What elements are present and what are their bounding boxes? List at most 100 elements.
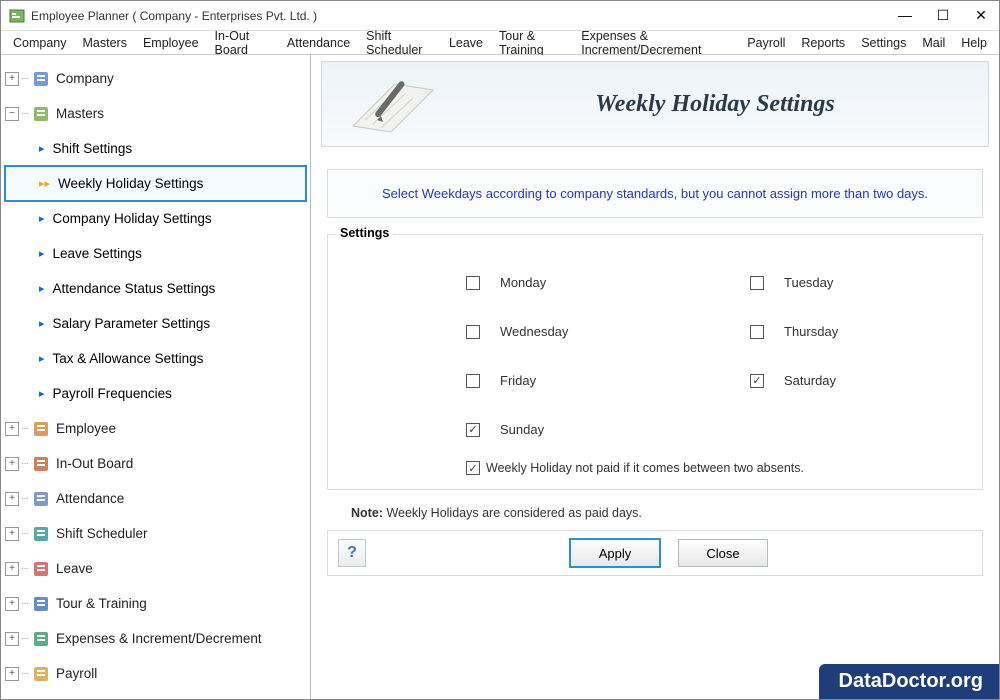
- tree-toggle-icon[interactable]: +: [5, 422, 19, 436]
- door-icon: [32, 455, 50, 473]
- tree-node-label: Expenses & Increment/Decrement: [56, 631, 262, 646]
- tree-node-label: Payroll: [56, 666, 97, 681]
- checkbox-friday[interactable]: [466, 374, 480, 388]
- window-title: Employee Planner ( Company - Enterprises…: [31, 9, 895, 23]
- tree-toggle-icon[interactable]: +: [5, 457, 19, 471]
- tree-node-in-out-board[interactable]: +···In-Out Board: [5, 446, 306, 481]
- checkbox-thursday[interactable]: [750, 325, 764, 339]
- instruction-text: Select Weekdays according to company sta…: [327, 169, 983, 218]
- tree-toggle-icon[interactable]: +: [5, 562, 19, 576]
- checkbox-saturday[interactable]: ✓: [750, 374, 764, 388]
- tree-node-tour-training[interactable]: +···Tour & Training: [5, 586, 306, 621]
- tree-toggle-icon[interactable]: +: [5, 527, 19, 541]
- menu-expenses-increment-decrement[interactable]: Expenses & Increment/Decrement: [573, 27, 739, 59]
- menu-employee[interactable]: Employee: [135, 34, 207, 52]
- tree-child-shift-settings[interactable]: ▸Shift Settings: [5, 131, 306, 166]
- day-monday[interactable]: Monday: [466, 275, 650, 290]
- tree-node-employee[interactable]: +···Employee: [5, 411, 306, 446]
- note-label: Note:: [351, 506, 383, 520]
- tree-child-payroll-frequencies[interactable]: ▸ Payroll Frequencies: [5, 376, 306, 411]
- day-label: Saturday: [784, 373, 836, 388]
- tree-node-label: Masters: [56, 106, 104, 121]
- arrow-icon: ▸: [39, 387, 45, 400]
- arrow-icon: ▸: [39, 352, 45, 365]
- paid-rule-row[interactable]: ✓ Weekly Holiday not paid if it comes be…: [346, 455, 964, 475]
- menu-settings[interactable]: Settings: [853, 34, 914, 52]
- window-controls: — ☐ ✕: [895, 7, 991, 24]
- help-icon: ?: [347, 544, 357, 562]
- day-friday[interactable]: Friday: [466, 373, 650, 388]
- tree-toggle-icon[interactable]: −: [5, 107, 19, 121]
- paid-rule-checkbox[interactable]: ✓: [466, 461, 480, 475]
- menu-attendance[interactable]: Attendance: [279, 34, 358, 52]
- arrow-icon: ▸: [39, 317, 45, 330]
- day-label: Sunday: [500, 422, 544, 437]
- menu-reports[interactable]: Reports: [793, 34, 853, 52]
- sidebar-tree: +···Company−···Masters▸Shift Settings▸▸W…: [1, 55, 311, 699]
- tree-node-label: Leave: [56, 561, 93, 576]
- menu-in-out-board[interactable]: In-Out Board: [207, 27, 279, 59]
- menu-shift-scheduler[interactable]: Shift Scheduler: [358, 27, 441, 59]
- settings-group: Settings MondayTuesdayWednesdayThursdayF…: [327, 234, 983, 490]
- tree-node-expenses-increment-decrement[interactable]: +···Expenses & Increment/Decrement: [5, 621, 306, 656]
- day-tuesday[interactable]: Tuesday: [750, 275, 934, 290]
- day-wednesday[interactable]: Wednesday: [466, 324, 650, 339]
- day-label: Thursday: [784, 324, 838, 339]
- calendar-icon: [32, 490, 50, 508]
- arrow-icon: ▸: [39, 212, 45, 225]
- tree-node-label: Shift Scheduler: [56, 526, 148, 541]
- tree-child-tax-allowance-settings[interactable]: ▸Tax & Allowance Settings: [5, 341, 306, 376]
- checkbox-monday[interactable]: [466, 276, 480, 290]
- tree-toggle-icon[interactable]: +: [5, 632, 19, 646]
- checkbox-wednesday[interactable]: [466, 325, 480, 339]
- help-button[interactable]: ?: [338, 539, 366, 567]
- tree-child-attendance-status-settings[interactable]: ▸Attendance Status Settings: [5, 271, 306, 306]
- apply-button[interactable]: Apply: [570, 539, 660, 567]
- menu-leave[interactable]: Leave: [441, 34, 491, 52]
- tree-node-shift-scheduler[interactable]: +···Shift Scheduler: [5, 516, 306, 551]
- menu-payroll[interactable]: Payroll: [739, 34, 793, 52]
- money-icon: [32, 630, 50, 648]
- tree-child-weekly-holiday-settings[interactable]: ▸▸Weekly Holiday Settings: [5, 166, 306, 201]
- tree-toggle-icon[interactable]: +: [5, 667, 19, 681]
- tree-toggle-icon[interactable]: +: [5, 492, 19, 506]
- tree-child-salary-parameter-settings[interactable]: ▸Salary Parameter Settings: [5, 306, 306, 341]
- menu-tour-training[interactable]: Tour & Training: [491, 27, 573, 59]
- tree-node-label: Company: [56, 71, 114, 86]
- close-button[interactable]: Close: [678, 539, 768, 567]
- day-label: Tuesday: [784, 275, 833, 290]
- settings-legend: Settings: [336, 226, 393, 240]
- app-icon: [9, 8, 25, 24]
- maximize-button[interactable]: ☐: [933, 7, 953, 24]
- menu-masters[interactable]: Masters: [75, 34, 135, 52]
- tree-toggle-icon[interactable]: +: [5, 72, 19, 86]
- tree-child-leave-settings[interactable]: ▸Leave Settings: [5, 236, 306, 271]
- tree-node-label: Tour & Training: [56, 596, 147, 611]
- content-pane: Weekly Holiday Settings Select Weekdays …: [311, 55, 999, 699]
- tree-node-masters[interactable]: −···Masters: [5, 96, 306, 131]
- checkbox-sunday[interactable]: ✓: [466, 423, 480, 437]
- tree-node-attendance[interactable]: +···Attendance: [5, 481, 306, 516]
- menu-help[interactable]: Help: [953, 34, 995, 52]
- tree-toggle-icon[interactable]: +: [5, 597, 19, 611]
- tree-child-company-holiday-settings[interactable]: ▸Company Holiday Settings: [5, 201, 306, 236]
- tree-node-leave[interactable]: +···Leave: [5, 551, 306, 586]
- close-window-button[interactable]: ✕: [971, 7, 991, 24]
- arrow-icon: ▸▸: [39, 177, 50, 190]
- page-title: Weekly Holiday Settings: [482, 91, 988, 118]
- menu-mail[interactable]: Mail: [914, 34, 953, 52]
- tree-child-label: Payroll Frequencies: [53, 386, 172, 401]
- tree-node-payroll[interactable]: +···Payroll: [5, 656, 306, 691]
- note-text: Weekly Holidays are considered as paid d…: [386, 506, 641, 520]
- day-saturday[interactable]: ✓ Saturday: [750, 373, 934, 388]
- day-sunday[interactable]: ✓ Sunday: [466, 422, 650, 437]
- day-thursday[interactable]: Thursday: [750, 324, 934, 339]
- paid-rule-label: Weekly Holiday not paid if it comes betw…: [486, 461, 804, 475]
- tree-node-company[interactable]: +···Company: [5, 61, 306, 96]
- tree-child-label: Shift Settings: [53, 141, 133, 156]
- tree-node-label: In-Out Board: [56, 456, 133, 471]
- checkbox-tuesday[interactable]: [750, 276, 764, 290]
- minimize-button[interactable]: —: [895, 7, 915, 24]
- menu-company[interactable]: Company: [5, 34, 75, 52]
- button-row: ? Apply Close: [327, 530, 983, 576]
